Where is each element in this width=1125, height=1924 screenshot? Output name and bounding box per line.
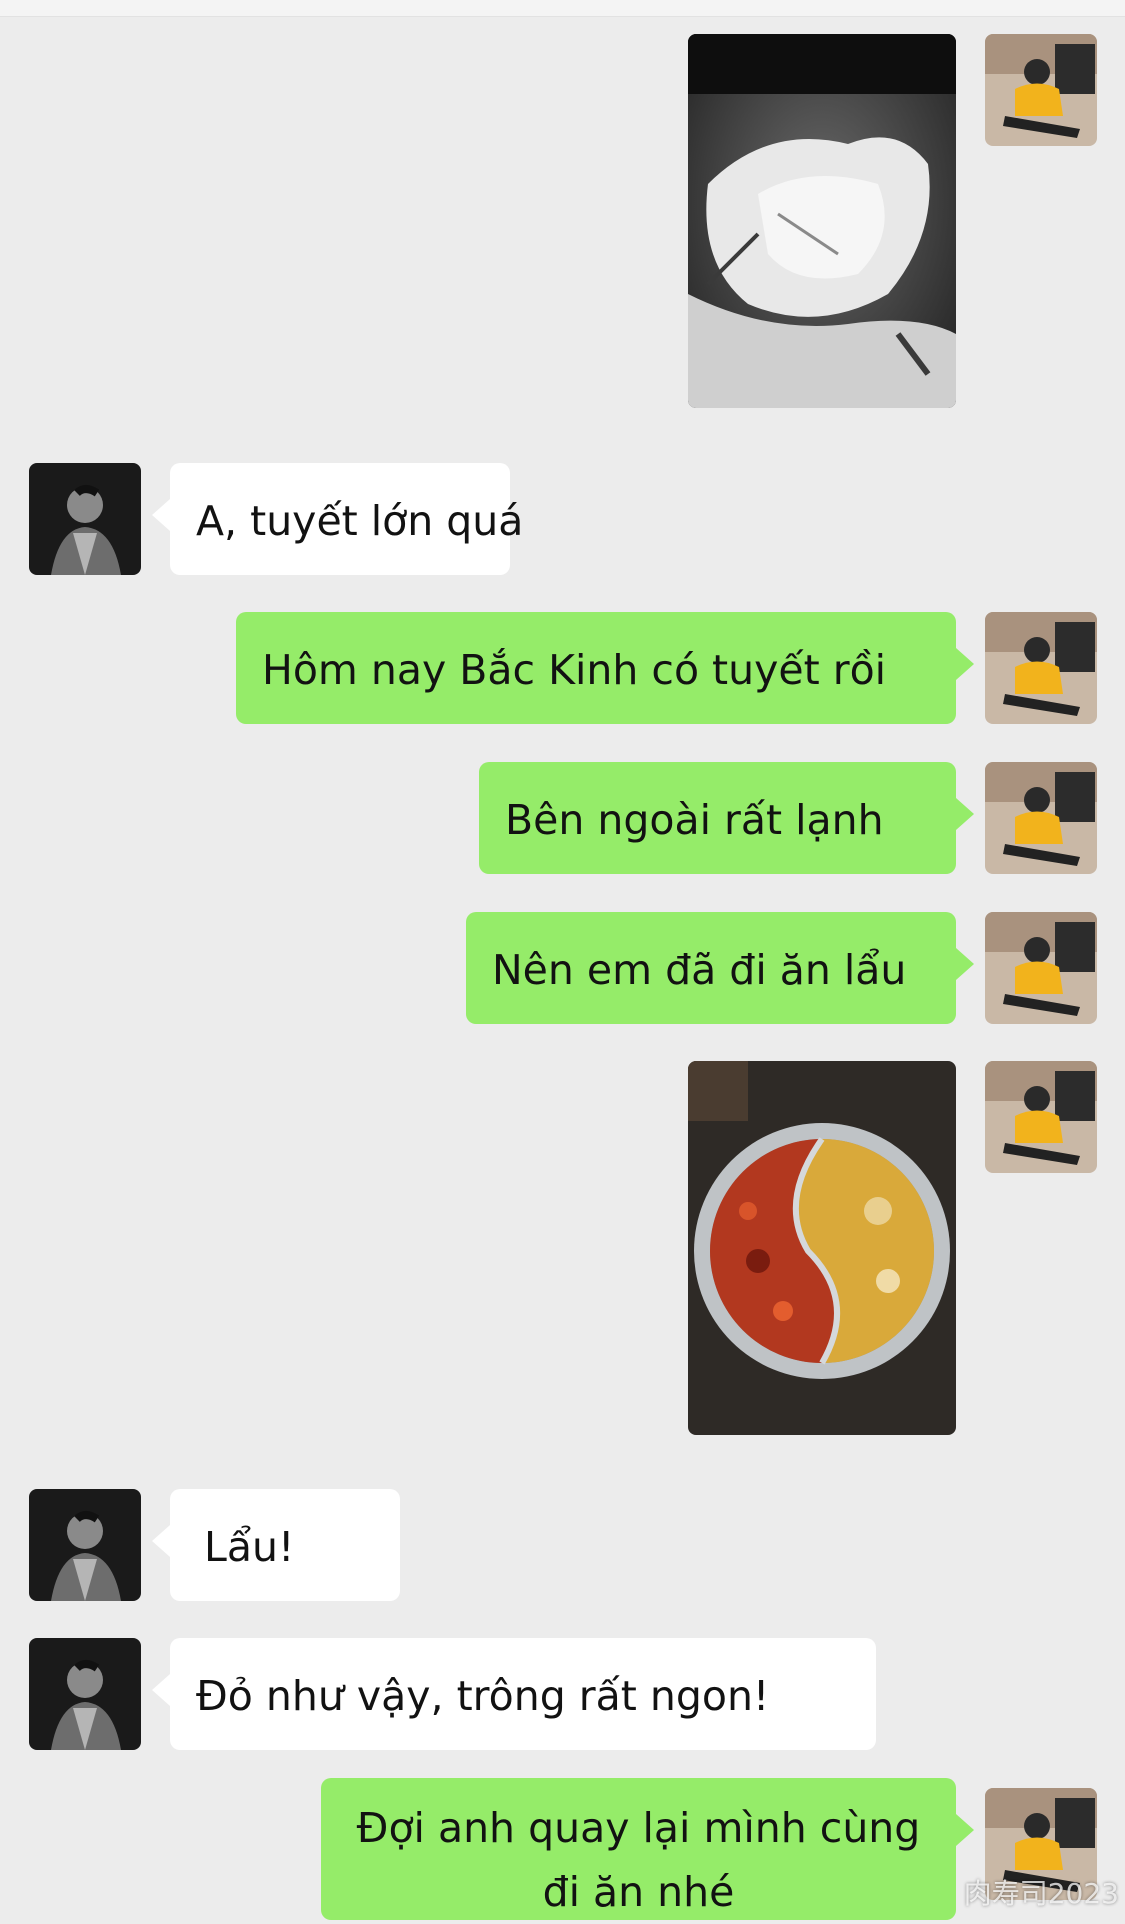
message-text: A, tuyết lớn quá (196, 497, 524, 545)
message-bubble-outgoing[interactable]: Bên ngoài rất lạnh (479, 762, 974, 874)
message-text: Đợi anh quay lại mình cùng đi ăn nhé (356, 1804, 921, 1916)
message-text: Bên ngoài rất lạnh (505, 796, 884, 844)
message-bubble-incoming[interactable]: Lẩu! (152, 1489, 400, 1601)
message-row: Đỏ như vậy, trông rất ngon! (0, 1638, 1125, 1750)
message-row: A, tuyết lớn quá (0, 463, 1125, 575)
message-text: Hôm nay Bắc Kinh có tuyết rồi (262, 646, 887, 694)
message-bubble-incoming[interactable]: Đỏ như vậy, trông rất ngon! (152, 1638, 876, 1750)
watermark: 肉寿司2023 (963, 1877, 1119, 1910)
message-bubble-outgoing[interactable]: Hôm nay Bắc Kinh có tuyết rồi (236, 612, 974, 724)
message-text: Lẩu! (204, 1523, 295, 1571)
hotpot-photo[interactable] (688, 1061, 956, 1435)
snow-photo[interactable] (688, 34, 956, 408)
bw-portrait-avatar-icon[interactable] (29, 1489, 141, 1601)
message-row: Hôm nay Bắc Kinh có tuyết rồi (0, 612, 1125, 724)
message-bubble-incoming[interactable]: A, tuyết lớn quá (152, 463, 523, 575)
yellow-shirt-avatar-icon[interactable] (985, 762, 1097, 874)
yellow-shirt-avatar-icon[interactable] (985, 912, 1097, 1024)
message-bubble-outgoing[interactable]: Nên em đã đi ăn lẩu (466, 912, 974, 1024)
bw-portrait-avatar-icon[interactable] (29, 1638, 141, 1750)
message-row: Lẩu! (0, 1489, 1125, 1601)
message-row: Đợi anh quay lại mình cùng đi ăn nhé (0, 1778, 1125, 1920)
yellow-shirt-avatar-icon[interactable] (985, 1061, 1097, 1173)
yellow-shirt-avatar-icon[interactable] (985, 612, 1097, 724)
message-text: Đỏ như vậy, trông rất ngon! (196, 1672, 770, 1720)
top-bar (0, 0, 1125, 17)
message-row: Nên em đã đi ăn lẩu (0, 912, 1125, 1024)
message-row (0, 1061, 1125, 1441)
message-row: Bên ngoài rất lạnh (0, 762, 1125, 874)
message-text: Nên em đã đi ăn lẩu (492, 946, 907, 994)
message-row (0, 34, 1125, 414)
message-bubble-outgoing[interactable]: Đợi anh quay lại mình cùng đi ăn nhé (321, 1778, 974, 1920)
bw-portrait-avatar-icon[interactable] (29, 463, 141, 575)
yellow-shirt-avatar-icon[interactable] (985, 34, 1097, 146)
